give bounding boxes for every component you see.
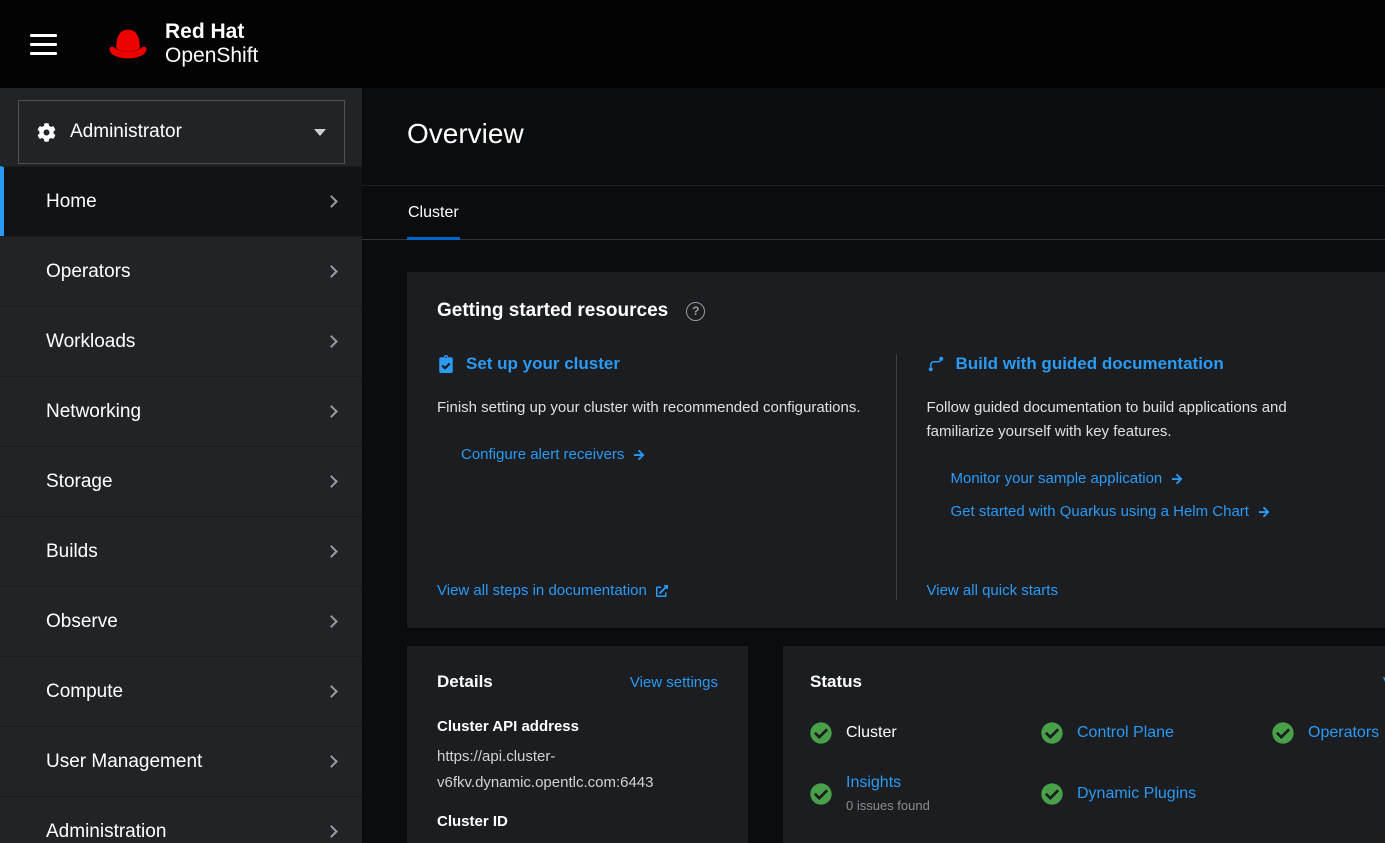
- nav-list: Home Operators Workloads Networking Stor…: [0, 166, 362, 843]
- sidebar-item-networking[interactable]: Networking: [0, 376, 362, 446]
- cluster-api-address-label: Cluster API address: [437, 718, 718, 735]
- details-title: Details: [437, 672, 493, 692]
- status-item-cluster: Cluster: [810, 722, 1041, 744]
- status-insights-link[interactable]: Insights: [846, 774, 901, 791]
- arrow-right-icon: [1258, 506, 1270, 518]
- guided-documentation-link[interactable]: Build with guided documentation: [927, 354, 1356, 374]
- configure-alert-receivers-link[interactable]: Configure alert receivers: [461, 446, 645, 463]
- openshift-logo: Red Hat OpenShift: [101, 20, 258, 67]
- guided-documentation-description: Follow guided documentation to build app…: [927, 396, 1356, 444]
- brand-text: Red Hat OpenShift: [165, 20, 258, 67]
- chevron-right-icon: [325, 825, 338, 838]
- sidebar-item-user-management[interactable]: User Management: [0, 726, 362, 796]
- sidebar-item-label: Administration: [46, 821, 166, 843]
- sidebar-item-home[interactable]: Home: [0, 166, 362, 236]
- setup-cluster-link[interactable]: Set up your cluster: [437, 354, 866, 374]
- cluster-api-address-value: https://api.cluster-v6fkv.dynamic.opentl…: [437, 744, 725, 797]
- sidebar-item-workloads[interactable]: Workloads: [0, 306, 362, 376]
- sidebar-item-label: Observe: [46, 611, 118, 633]
- setup-cluster-title: Set up your cluster: [466, 354, 620, 374]
- cluster-id-label: Cluster ID: [437, 813, 718, 830]
- sidebar-item-label: User Management: [46, 751, 202, 773]
- status-item-dynamic-plugins: Dynamic Plugins: [1041, 774, 1272, 813]
- check-circle-icon: [1041, 783, 1063, 805]
- status-item-insights: Insights 0 issues found: [810, 774, 1041, 813]
- status-operators-link[interactable]: Operators: [1308, 724, 1379, 741]
- chevron-right-icon: [325, 475, 338, 488]
- sidebar-item-storage[interactable]: Storage: [0, 446, 362, 516]
- guided-route-icon: [927, 355, 945, 373]
- view-all-steps-link[interactable]: View all steps in documentation: [437, 582, 668, 599]
- external-link-icon: [656, 585, 668, 597]
- status-control-plane-link[interactable]: Control Plane: [1077, 724, 1174, 741]
- sidebar-item-label: Builds: [46, 541, 98, 563]
- main-content: Overview Cluster Getting started resourc…: [362, 88, 1385, 843]
- nav-toggle-button[interactable]: [30, 34, 57, 55]
- status-item-control-plane: Control Plane: [1041, 722, 1272, 744]
- sidebar-item-compute[interactable]: Compute: [0, 656, 362, 726]
- guided-documentation-column: Build with guided documentation Follow g…: [896, 354, 1385, 600]
- monitor-sample-app-link[interactable]: Monitor your sample application: [951, 470, 1184, 487]
- sidebar-item-label: Storage: [46, 471, 113, 493]
- perspective-switcher[interactable]: Administrator: [18, 100, 345, 164]
- chevron-right-icon: [325, 545, 338, 558]
- insights-issues-count: 0 issues found: [846, 798, 930, 813]
- caret-down-icon: [314, 129, 326, 136]
- chevron-right-icon: [325, 405, 338, 418]
- gear-icon: [37, 123, 56, 142]
- tab-bar: Cluster: [362, 186, 1385, 240]
- tab-cluster[interactable]: Cluster: [407, 204, 460, 239]
- hamburger-icon: [30, 34, 57, 37]
- status-dynamic-plugins-link[interactable]: Dynamic Plugins: [1077, 785, 1196, 802]
- sidebar-item-administration[interactable]: Administration: [0, 796, 362, 843]
- sidebar-item-label: Networking: [46, 401, 141, 423]
- arrow-right-icon: [633, 449, 645, 461]
- sidebar-item-builds[interactable]: Builds: [0, 516, 362, 586]
- clipboard-check-icon: [437, 355, 455, 373]
- chevron-right-icon: [325, 755, 338, 768]
- view-settings-link[interactable]: View settings: [630, 674, 718, 691]
- page-title: Overview: [407, 118, 1385, 150]
- chevron-right-icon: [325, 195, 338, 208]
- check-circle-icon: [1041, 722, 1063, 744]
- chevron-right-icon: [325, 335, 338, 348]
- status-card: Status View alerts Cluster: [783, 646, 1385, 843]
- arrow-right-icon: [1171, 473, 1183, 485]
- details-card: Details View settings Cluster API addres…: [407, 646, 748, 843]
- status-cluster-label[interactable]: Cluster: [846, 724, 897, 741]
- chevron-right-icon: [325, 615, 338, 628]
- help-icon[interactable]: ?: [686, 302, 705, 321]
- sidebar-item-label: Compute: [46, 681, 123, 703]
- masthead: Red Hat OpenShift: [0, 0, 1385, 88]
- check-circle-icon: [810, 722, 832, 744]
- setup-cluster-column: Set up your cluster Finish setting up yo…: [407, 354, 896, 600]
- check-circle-icon: [1272, 722, 1294, 744]
- getting-started-title: Getting started resources: [437, 300, 668, 322]
- status-title: Status: [810, 672, 862, 692]
- chevron-right-icon: [325, 685, 338, 698]
- sidebar-item-observe[interactable]: Observe: [0, 586, 362, 656]
- guided-documentation-title: Build with guided documentation: [956, 354, 1224, 374]
- perspective-label: Administrator: [70, 121, 182, 143]
- check-circle-icon: [810, 783, 832, 805]
- chevron-right-icon: [325, 265, 338, 278]
- view-all-quick-starts-link[interactable]: View all quick starts: [927, 582, 1058, 599]
- brand-line-redhat: Red Hat: [165, 20, 258, 44]
- status-item-operators: Operators: [1272, 722, 1385, 744]
- redhat-fedora-icon: [101, 24, 155, 64]
- setup-cluster-description: Finish setting up your cluster with reco…: [437, 396, 866, 420]
- sidebar-item-label: Operators: [46, 261, 130, 283]
- sidebar-item-operators[interactable]: Operators: [0, 236, 362, 306]
- overview-content: Getting started resources ? Set up your …: [362, 240, 1385, 843]
- quarkus-helm-chart-link[interactable]: Get started with Quarkus using a Helm Ch…: [951, 503, 1270, 520]
- sidebar-nav: Administrator Home Operators Workloads N…: [0, 88, 362, 843]
- page-header: Overview: [362, 88, 1385, 186]
- getting-started-card: Getting started resources ? Set up your …: [407, 272, 1385, 628]
- getting-started-header: Getting started resources ?: [407, 300, 1385, 322]
- sidebar-item-label: Workloads: [46, 331, 135, 353]
- sidebar-item-label: Home: [46, 191, 97, 213]
- brand-line-openshift: OpenShift: [165, 44, 258, 68]
